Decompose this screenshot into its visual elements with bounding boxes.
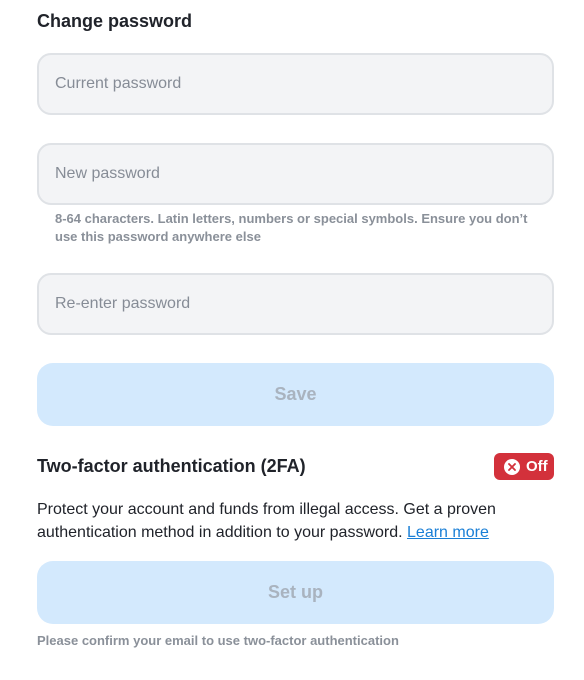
- two-factor-title: Two-factor authentication (2FA): [37, 456, 306, 476]
- new-password-field[interactable]: [37, 143, 554, 205]
- close-circle-icon: [504, 458, 520, 475]
- confirm-email-note: Please confirm your email to use two-fac…: [37, 633, 399, 648]
- learn-more-link[interactable]: Learn more: [407, 524, 489, 541]
- current-password-field[interactable]: [37, 53, 554, 115]
- save-button[interactable]: Save: [37, 363, 554, 426]
- reenter-password-input[interactable]: [39, 275, 552, 333]
- current-password-input[interactable]: [39, 55, 552, 113]
- reenter-password-field[interactable]: [37, 273, 554, 335]
- two-factor-description: Protect your account and funds from ille…: [37, 498, 547, 544]
- new-password-input[interactable]: [39, 145, 552, 203]
- two-factor-status-label: Off: [526, 457, 548, 475]
- two-factor-status-toggle[interactable]: Off: [494, 453, 554, 480]
- setup-2fa-button[interactable]: Set up: [37, 561, 554, 624]
- settings-page: Change password 8-64 characters. Latin l…: [0, 0, 584, 680]
- change-password-title: Change password: [37, 11, 193, 31]
- password-hint: 8-64 characters. Latin letters, numbers …: [55, 211, 528, 244]
